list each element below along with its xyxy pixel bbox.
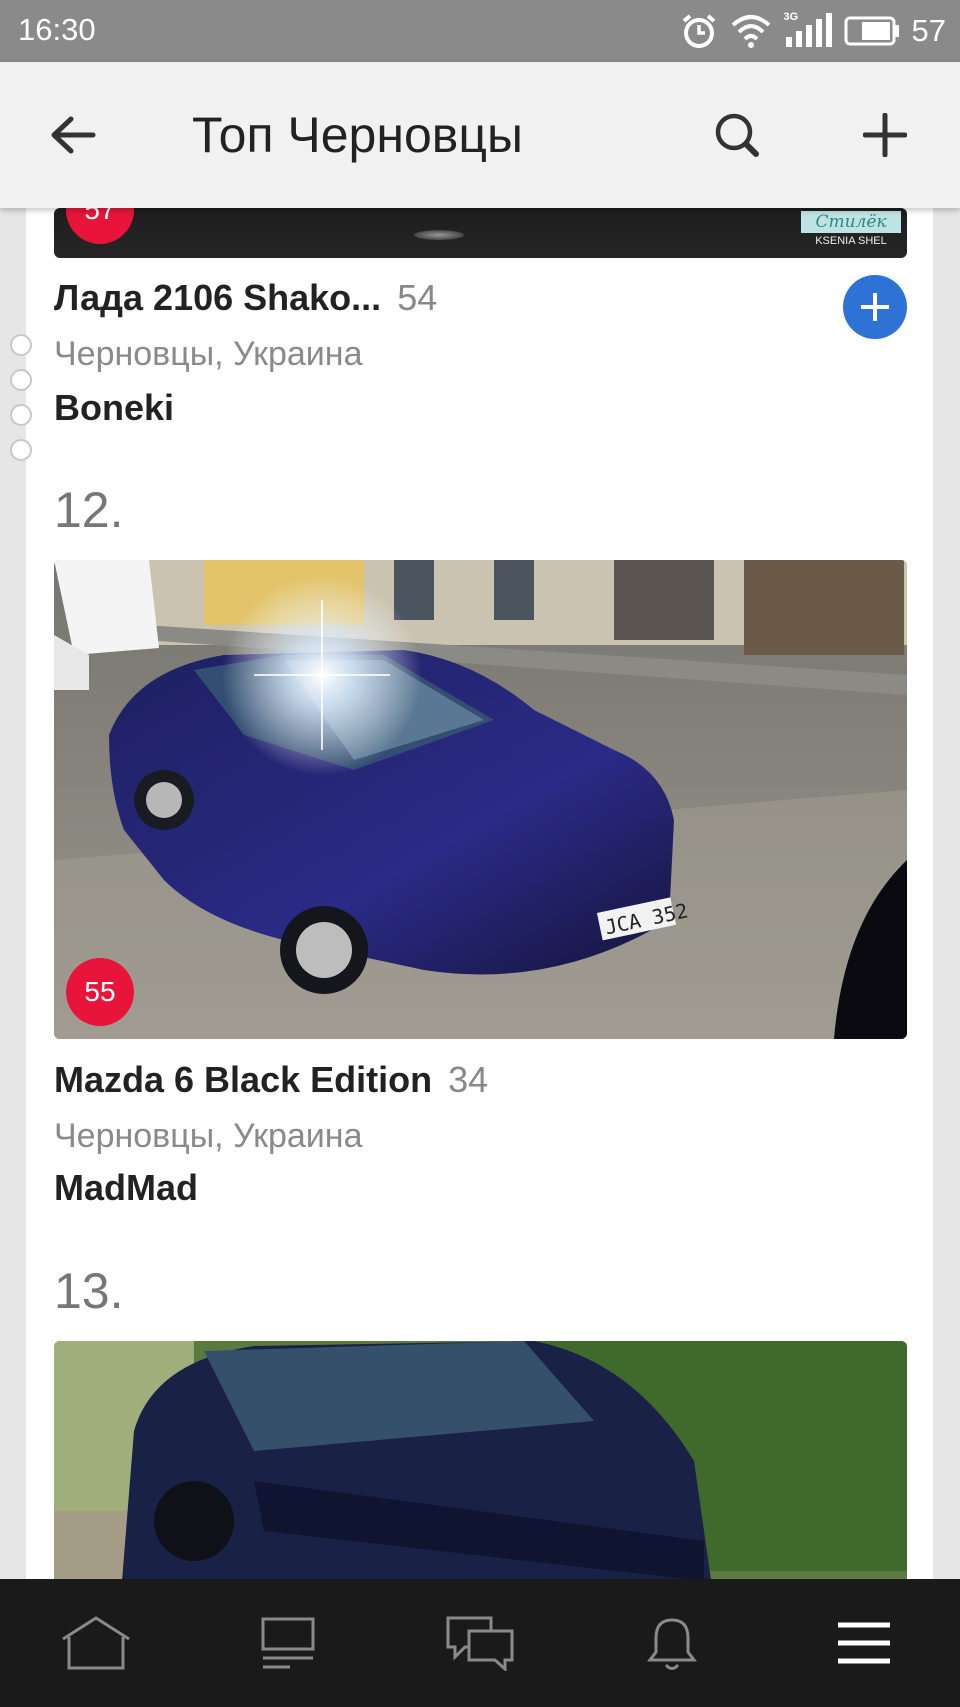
status-time: 16:30 — [18, 12, 96, 47]
add-button[interactable] — [848, 98, 922, 172]
wifi-icon — [731, 15, 770, 48]
feed-icon — [261, 1617, 315, 1669]
status-icons: 3G 57 — [680, 8, 946, 54]
scroll-indicator[interactable] — [10, 334, 34, 474]
nav-messages[interactable] — [420, 1603, 540, 1683]
entry-photo[interactable]: JCA 352 — [54, 560, 907, 1039]
car-location: Черновцы, Украина — [54, 1117, 363, 1155]
car-location: Черновцы, Украина — [54, 335, 363, 373]
car-score: 54 — [397, 277, 438, 318]
rank-number: 12. — [54, 482, 124, 538]
battery-level: 57 — [911, 13, 946, 48]
position-change-badge: 55 — [66, 958, 134, 1026]
nav-menu[interactable] — [804, 1603, 924, 1683]
battery-icon — [844, 16, 899, 46]
car-score: 34 — [448, 1059, 489, 1100]
page-title: Топ Черновцы — [192, 107, 523, 163]
follow-button[interactable] — [843, 275, 907, 339]
car-name[interactable]: Mazda 6 Black Edition 34 — [54, 1059, 488, 1101]
menu-icon — [838, 1622, 890, 1664]
network-type-label: 3G — [783, 11, 799, 23]
back-button[interactable] — [36, 98, 110, 172]
cellular-signal-icon: 3G — [783, 11, 832, 49]
owner-name[interactable]: MadMad — [54, 1167, 198, 1209]
car-name[interactable]: Лада 2106 Shako... 54 — [54, 277, 437, 319]
notifications-icon — [647, 1618, 697, 1670]
plus-icon — [863, 113, 907, 157]
bottom-navigation — [0, 1579, 960, 1707]
plus-circle-icon — [861, 293, 889, 321]
alarm-icon — [682, 14, 715, 48]
nav-feed[interactable] — [228, 1603, 348, 1683]
search-button[interactable] — [700, 98, 774, 172]
app-bar: Топ Черновцы — [0, 62, 960, 208]
mazda-photo: JCA 352 — [54, 560, 907, 1039]
status-bar: 16:30 3G 57 — [0, 0, 960, 62]
arrow-left-icon — [51, 116, 96, 154]
nav-home[interactable] — [36, 1603, 156, 1683]
owner-name[interactable]: Boneki — [54, 387, 174, 429]
search-icon — [715, 113, 759, 157]
rank-number: 13. — [54, 1263, 124, 1319]
messages-icon — [446, 1616, 514, 1671]
entry-photo[interactable]: Стилёк KSENIA SHEL — [54, 208, 907, 258]
home-icon — [62, 1616, 130, 1670]
nav-notifications[interactable] — [612, 1603, 732, 1683]
watermark: Стилёк KSENIA SHEL — [801, 208, 901, 254]
